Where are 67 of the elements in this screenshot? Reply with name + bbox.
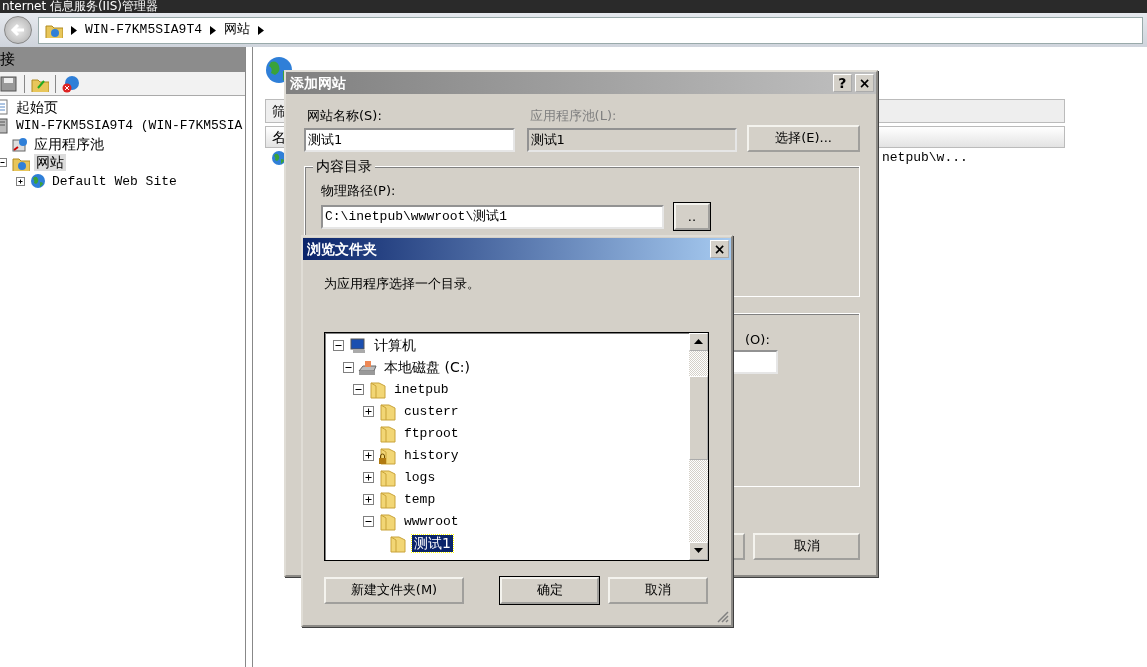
address-field[interactable]: WIN-F7KM5SIA9T4 网站 xyxy=(38,16,1143,44)
list-cell-text: netpub\w... xyxy=(882,149,968,168)
tree-item[interactable]: custerr xyxy=(402,403,461,420)
close-button[interactable]: × xyxy=(710,240,729,258)
expander-icon[interactable] xyxy=(333,340,344,351)
arrow-icon xyxy=(10,23,26,37)
dialog-button[interactable]: 取消 xyxy=(608,576,708,604)
browse-button[interactable]: .. xyxy=(674,203,710,230)
input-field[interactable]: C:\inetpub\wwwroot\测试1 xyxy=(321,204,664,229)
tree-item[interactable]: 网站 xyxy=(34,154,66,172)
field-label: 应用程序池(L): xyxy=(528,107,618,125)
tree-item[interactable]: 应用程序池 xyxy=(32,135,106,153)
expander-icon[interactable] xyxy=(363,494,374,505)
save-icon[interactable] xyxy=(0,75,18,92)
field-label: (O): xyxy=(744,330,771,349)
panel-title: 接 xyxy=(0,47,245,72)
app-pool-icon xyxy=(12,136,28,153)
expander-icon[interactable] xyxy=(0,158,7,168)
chevron-icon xyxy=(210,25,217,35)
computer-icon xyxy=(348,336,368,355)
expander-icon[interactable] xyxy=(353,384,364,395)
dialog-button[interactable]: 新建文件夹(M) xyxy=(324,576,464,604)
tree-item[interactable]: 测试1 xyxy=(412,535,453,552)
breadcrumb[interactable]: WIN-F7KM5SIA9T4 xyxy=(85,20,203,40)
chevron-icon xyxy=(71,25,77,35)
resize-grip-icon[interactable] xyxy=(717,611,729,623)
folder-icon xyxy=(45,22,63,38)
expander-icon[interactable] xyxy=(15,176,25,186)
scroll-thumb[interactable] xyxy=(689,375,708,460)
globe-icon xyxy=(30,173,46,190)
expander-icon[interactable] xyxy=(363,472,374,483)
drive-icon xyxy=(358,358,378,377)
up-arrow-icon[interactable] xyxy=(694,339,703,344)
expander-icon[interactable] xyxy=(363,406,374,417)
breadcrumb[interactable]: 网站 xyxy=(224,20,251,40)
tree-item[interactable]: Default Web Site xyxy=(50,172,179,190)
expander-icon[interactable] xyxy=(363,450,374,461)
input-field: 测试1 xyxy=(526,127,738,152)
input-field[interactable]: 测试1 xyxy=(304,127,515,152)
tree-item[interactable]: wwwroot xyxy=(402,513,461,530)
dialog-title: 添加网站 xyxy=(290,73,346,93)
select-button[interactable]: 选择(E)... xyxy=(747,124,860,152)
tree-item[interactable]: logs xyxy=(402,469,438,486)
dialog-button[interactable]: 确定 xyxy=(500,576,599,604)
expander-icon[interactable] xyxy=(363,516,374,527)
tree-item[interactable]: ftproot xyxy=(402,425,461,442)
group-label: 内容目录 xyxy=(313,157,375,174)
dialog-title: 浏览文件夹 xyxy=(307,239,377,259)
chevron-icon xyxy=(258,25,265,35)
tree-item[interactable]: inetpub xyxy=(392,381,451,398)
tree-item[interactable]: 计算机 xyxy=(372,337,418,354)
tree-item[interactable]: history xyxy=(402,447,461,464)
tree-item[interactable]: WIN-F7KM5SIA9T4 (WIN-F7KM5SIA xyxy=(14,117,245,135)
window-title: nternet 信息服务(IIS)管理器 xyxy=(0,0,1147,13)
scrollbar[interactable] xyxy=(689,332,708,560)
field-label: 物理路径(P): xyxy=(321,181,397,200)
globe-icon[interactable] xyxy=(62,74,80,93)
tree-item[interactable]: 本地磁盘 (C:) xyxy=(382,359,472,376)
down-arrow-icon[interactable] xyxy=(694,548,703,553)
cancel-button[interactable]: 取消 xyxy=(753,532,860,560)
input-field[interactable] xyxy=(731,350,778,374)
tree-item[interactable]: 起始页 xyxy=(14,98,60,116)
field-label: 网站名称(S): xyxy=(306,107,383,125)
dialog-prompt: 为应用程序选择一个目录。 xyxy=(324,275,481,293)
tree-item[interactable]: temp xyxy=(402,491,438,508)
expander-icon[interactable] xyxy=(343,362,354,373)
back-button[interactable] xyxy=(4,16,32,44)
